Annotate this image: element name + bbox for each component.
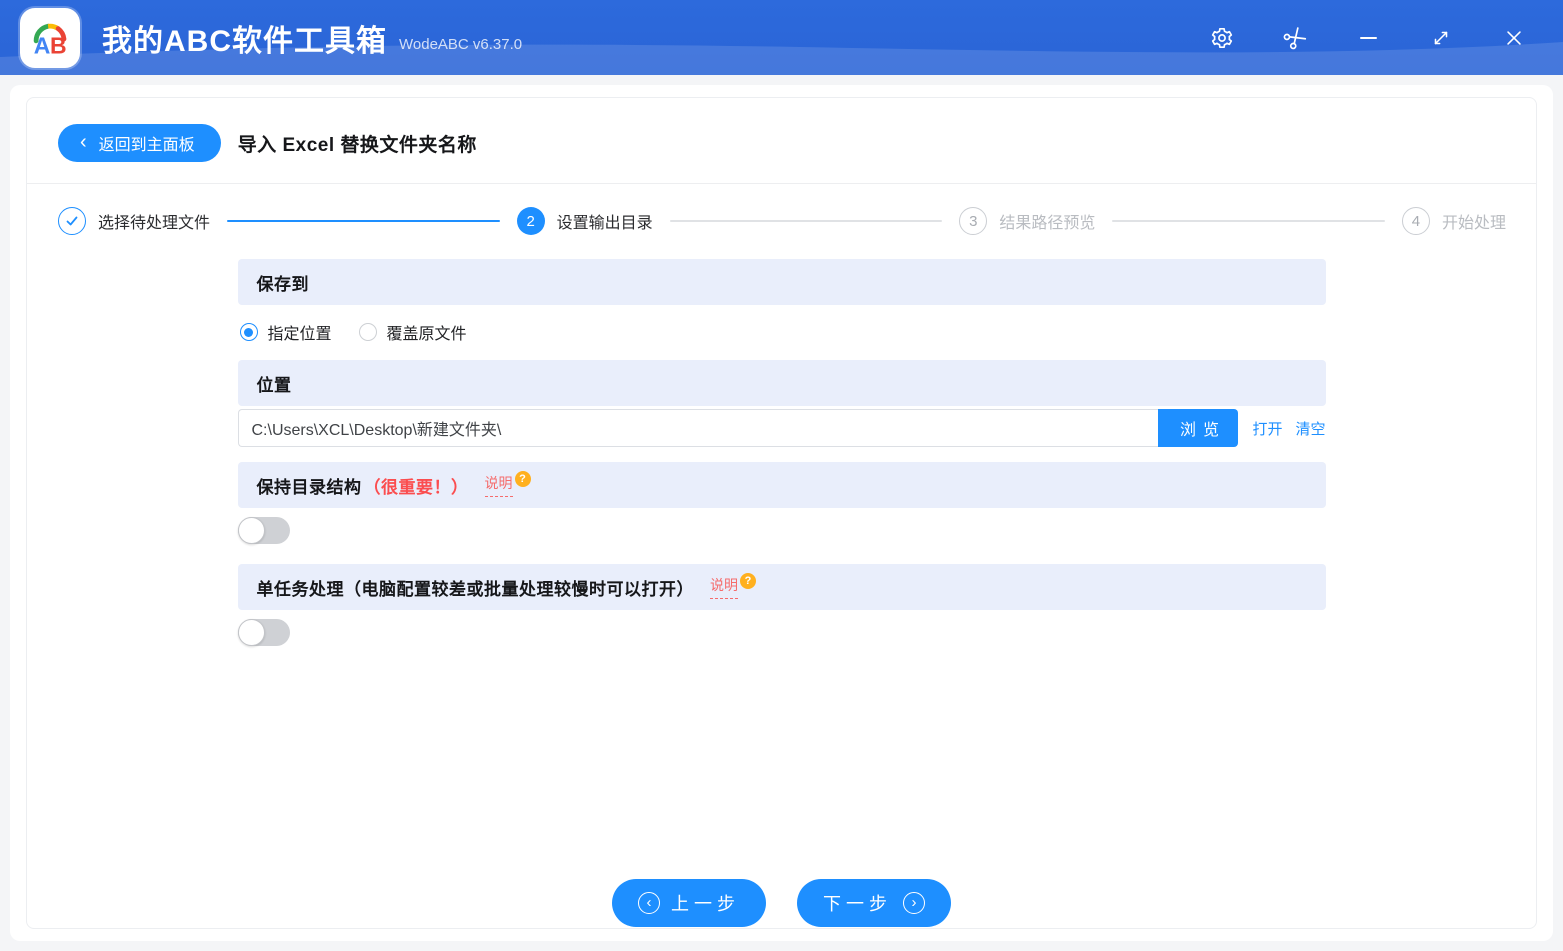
step-connector (669, 220, 943, 222)
svg-text:B: B (50, 32, 67, 58)
single-task-help-link[interactable]: 说明 ? (710, 573, 756, 599)
question-mark-icon: ? (514, 471, 531, 487)
save-to-options: 指定位置 覆盖原文件 (238, 305, 1326, 360)
back-to-dashboard-button[interactable]: ‹ 返回到主面板 (58, 124, 221, 162)
back-button-label: 返回到主面板 (98, 137, 195, 154)
open-folder-link[interactable]: 打开 (1252, 418, 1282, 439)
radio-overwrite-original[interactable]: 覆盖原文件 (358, 320, 467, 344)
chevron-left-icon: ‹ (80, 130, 87, 153)
previous-step-button[interactable]: ‹ 上一步 (612, 879, 766, 927)
keep-structure-warning: （很重要！） (363, 477, 469, 497)
page-title: 导入 Excel 替换文件夹名称 (237, 134, 477, 156)
location-title: 位置 (256, 375, 292, 395)
minimize-icon[interactable] (1355, 25, 1381, 51)
radio-specified-location[interactable]: 指定位置 (239, 320, 332, 344)
next-step-label: 下一步 (823, 894, 892, 914)
single-task-title: 单任务处理（电脑配置较差或批量处理较慢时可以打开） (256, 579, 694, 599)
step-connector (1112, 220, 1385, 222)
single-task-toggle-row (237, 610, 1326, 666)
step-connector-done (227, 220, 500, 222)
panel-header: ‹ 返回到主面板 导入 Excel 替换文件夹名称 (27, 98, 1536, 184)
step-1-check-icon (58, 207, 86, 235)
step-2-output-dir: 2 设置输出目录 (516, 207, 653, 235)
location-path-row: 浏览 打开 清空 (237, 409, 1326, 447)
circle-chevron-right-icon: › (903, 892, 925, 914)
wizard-nav: ‹ 上一步 下一步 › (27, 879, 1536, 927)
single-task-toggle[interactable] (237, 619, 290, 646)
app-title: 我的ABC软件工具箱 (102, 24, 387, 58)
step-1-label: 选择待处理文件 (98, 215, 211, 232)
circle-chevron-left-icon: ‹ (638, 892, 660, 914)
keep-structure-toggle-row (237, 508, 1326, 564)
step-3-label: 结果路径预览 (999, 215, 1096, 232)
svg-text:A: A (34, 32, 51, 58)
save-to-title: 保存到 (256, 274, 309, 294)
step-2-label: 设置输出目录 (556, 215, 653, 232)
close-icon[interactable] (1501, 25, 1527, 51)
main-card: ‹ 返回到主面板 导入 Excel 替换文件夹名称 选择待处理文件 2 设置输出… (10, 85, 1553, 941)
radio-specified-label: 指定位置 (267, 326, 332, 343)
keep-structure-title: 保持目录结构 (256, 477, 362, 497)
toggle-knob (237, 619, 265, 646)
help-label: 说明 (710, 575, 738, 599)
settings-icon[interactable] (1209, 25, 1235, 51)
app-version: WodeABC v6.37.0 (399, 36, 523, 53)
radio-unselected-icon (358, 323, 377, 341)
settings-form: 保存到 指定位置 覆盖原文件 位置 浏览 打开 (237, 259, 1326, 666)
step-2-number: 2 (516, 207, 545, 235)
next-step-button[interactable]: 下一步 › (797, 879, 951, 927)
save-to-section-header: 保存到 (237, 259, 1326, 305)
titlebar: A B 我的ABC软件工具箱 WodeABC v6.37.0 (0, 0, 1563, 75)
step-4-start-processing: 4 开始处理 (1401, 207, 1506, 235)
keep-structure-toggle[interactable] (237, 517, 290, 544)
step-3-result-preview: 3 结果路径预览 (959, 207, 1095, 235)
keep-structure-help-link[interactable]: 说明 ? (484, 471, 531, 497)
help-label: 说明 (484, 473, 513, 497)
output-path-input[interactable] (237, 409, 1159, 447)
question-mark-icon: ? (740, 573, 756, 589)
single-task-section-header: 单任务处理（电脑配置较差或批量处理较慢时可以打开） 说明 ? (237, 564, 1326, 610)
keep-structure-section-header: 保持目录结构 （很重要！） 说明 ? (237, 462, 1326, 508)
wizard-steps: 选择待处理文件 2 设置输出目录 3 结果路径预览 4 开始处理 (27, 184, 1536, 259)
browse-button[interactable]: 浏览 (1158, 409, 1239, 447)
step-4-number: 4 (1401, 207, 1430, 235)
content-panel: ‹ 返回到主面板 导入 Excel 替换文件夹名称 选择待处理文件 2 设置输出… (26, 97, 1537, 929)
step-4-label: 开始处理 (1441, 215, 1506, 232)
scissors-icon[interactable] (1282, 25, 1308, 51)
previous-step-label: 上一步 (671, 894, 740, 914)
step-1-select-files: 选择待处理文件 (58, 207, 210, 235)
location-section-header: 位置 (237, 360, 1326, 406)
app-logo: A B (20, 7, 80, 68)
radio-selected-icon (239, 323, 258, 341)
toggle-knob (237, 517, 265, 544)
clear-path-link[interactable]: 清空 (1295, 418, 1325, 439)
maximize-icon[interactable] (1428, 25, 1454, 51)
radio-overwrite-label: 覆盖原文件 (386, 326, 467, 343)
app-logo-icon: A B (33, 23, 67, 58)
step-3-number: 3 (959, 207, 988, 235)
